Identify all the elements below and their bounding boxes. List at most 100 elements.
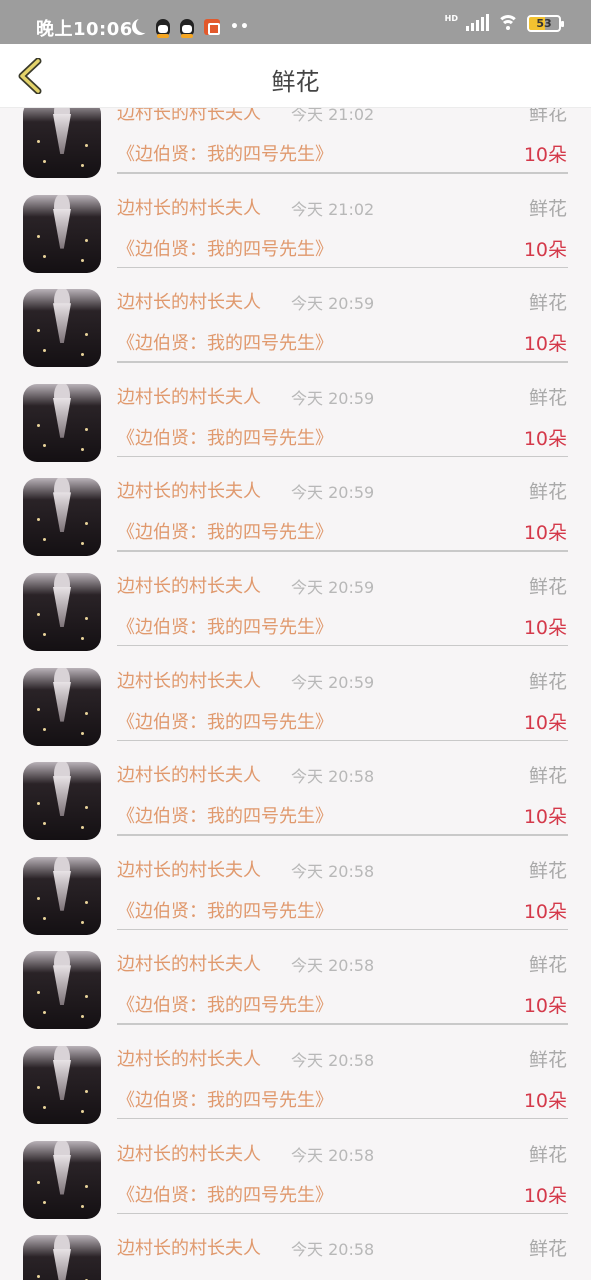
gift-type: 鲜花 <box>528 765 567 788</box>
notification-icons: •• <box>130 17 250 38</box>
avatar[interactable] <box>23 478 101 557</box>
gift-type: 鲜花 <box>528 575 567 598</box>
gift-time: 今天 20:58 <box>291 767 375 787</box>
sender-name[interactable]: 边村长的村长夫人 <box>117 667 261 693</box>
list-item[interactable]: 边村长的村长夫人 今天 20:59 鲜花 《边伯贤：我的四号先生》 10朵 <box>0 472 591 567</box>
avatar[interactable] <box>23 194 101 273</box>
avatar[interactable] <box>23 289 101 368</box>
book-title[interactable]: 《边伯贤：我的四号先生》 <box>117 424 333 450</box>
status-time: 晚上10:06 <box>36 19 133 40</box>
wifi-icon <box>497 14 519 32</box>
sender-name[interactable]: 边村长的村长夫人 <box>117 1140 261 1166</box>
avatar[interactable] <box>23 108 101 178</box>
gift-count: 10朵 <box>523 806 567 829</box>
divider <box>117 1212 568 1215</box>
divider <box>117 361 568 363</box>
gift-type: 鲜花 <box>528 670 567 693</box>
sender-name[interactable]: 边村长的村长夫人 <box>117 572 261 598</box>
list-item[interactable]: 边村长的村长夫人 今天 21:02 鲜花 《边伯贤：我的四号先生》 10朵 <box>0 189 591 284</box>
list-item[interactable]: 边村长的村长夫人 今天 20:59 鲜花 《边伯贤：我的四号先生》 10朵 <box>0 378 591 473</box>
divider <box>117 644 568 647</box>
book-title[interactable]: 《边伯贤：我的四号先生》 <box>117 329 333 355</box>
divider <box>117 266 568 269</box>
gift-type: 鲜花 <box>528 954 567 977</box>
divider <box>117 550 568 552</box>
gift-count: 10朵 <box>523 427 567 450</box>
list-item[interactable]: 边村长的村长夫人 今天 20:58 鲜花 《边伯贤：我的四号先生》 10朵 <box>0 945 591 1040</box>
avatar[interactable] <box>23 1045 101 1124</box>
book-title[interactable]: 《边伯贤：我的四号先生》 <box>117 140 333 166</box>
qq-icon <box>180 18 194 38</box>
gift-count: 10朵 <box>523 333 567 356</box>
gift-time: 今天 20:59 <box>291 483 375 503</box>
divider <box>117 1023 568 1025</box>
gift-type: 鲜花 <box>528 1143 567 1166</box>
gift-type: 鲜花 <box>528 386 567 409</box>
list-item[interactable]: 边村长的村长夫人 今天 20:58 鲜花 《边伯贤：我的四号先生》 10朵 <box>0 756 591 851</box>
hd-label: HD <box>444 13 458 23</box>
divider <box>117 739 568 742</box>
book-title[interactable]: 《边伯贤：我的四号先生》 <box>117 518 333 544</box>
divider <box>117 1117 568 1120</box>
gift-time: 今天 20:58 <box>291 1145 375 1165</box>
app-notification-icon <box>204 19 220 35</box>
sender-name[interactable]: 边村长的村长夫人 <box>117 383 261 409</box>
book-title[interactable]: 《边伯贤：我的四号先生》 <box>117 1181 333 1207</box>
gift-time: 今天 20:58 <box>291 861 375 881</box>
book-title[interactable]: 《边伯贤：我的四号先生》 <box>117 802 333 828</box>
sender-name[interactable]: 边村长的村长夫人 <box>117 856 261 882</box>
more-notifications-icon: •• <box>230 19 250 35</box>
list-item[interactable]: 边村长的村长夫人 今天 20:58 鲜花 《边伯贤：我的四号先生》 10朵 <box>0 851 591 946</box>
avatar[interactable] <box>23 572 101 651</box>
book-title[interactable]: 《边伯贤：我的四号先生》 <box>117 613 333 639</box>
avatar[interactable] <box>23 951 101 1030</box>
list-item[interactable]: 边村长的村长夫人 今天 20:59 鲜花 《边伯贤：我的四号先生》 10朵 <box>0 662 591 757</box>
gift-type: 鲜花 <box>528 292 567 315</box>
book-title[interactable]: 《边伯贤：我的四号先生》 <box>117 897 333 923</box>
avatar[interactable] <box>23 1235 101 1280</box>
status-bar: 晚上10:06 •• HD 53 <box>0 0 591 44</box>
flower-record-list[interactable]: 边村长的村长夫人 今天 21:02 鲜花 《边伯贤：我的四号先生》 10朵 边村… <box>0 108 591 1280</box>
list-item[interactable]: 边村长的村长夫人 今天 20:58 鲜花 《边伯贤：我的四号先生》 10朵 <box>0 1135 591 1230</box>
gift-time: 今天 20:59 <box>291 388 375 408</box>
gift-type: 鲜花 <box>528 1048 567 1071</box>
book-title[interactable]: 《边伯贤：我的四号先生》 <box>117 235 333 261</box>
sender-name[interactable]: 边村长的村长夫人 <box>117 288 261 314</box>
system-icons: HD 53 <box>444 13 564 32</box>
list-item[interactable]: 边村长的村长夫人 今天 20:58 鲜花 <box>0 1229 591 1280</box>
gift-time: 今天 20:58 <box>291 1240 375 1260</box>
sender-name[interactable]: 边村长的村长夫人 <box>117 1045 261 1071</box>
avatar[interactable] <box>23 762 101 841</box>
sender-name[interactable]: 边村长的村长夫人 <box>117 761 261 787</box>
list-item[interactable]: 边村长的村长夫人 今天 20:59 鲜花 《边伯贤：我的四号先生》 10朵 <box>0 283 591 378</box>
sender-name[interactable]: 边村长的村长夫人 <box>117 108 261 125</box>
book-title[interactable]: 《边伯贤：我的四号先生》 <box>117 1086 333 1112</box>
gift-count: 10朵 <box>523 1184 567 1207</box>
book-title[interactable]: 《边伯贤：我的四号先生》 <box>117 708 333 734</box>
gift-count: 10朵 <box>523 144 567 166</box>
list-item[interactable]: 边村长的村长夫人 今天 20:59 鲜花 《边伯贤：我的四号先生》 10朵 <box>0 567 591 662</box>
qq-icon <box>156 18 170 38</box>
list-item[interactable]: 边村长的村长夫人 今天 20:58 鲜花 《边伯贤：我的四号先生》 10朵 <box>0 1040 591 1135</box>
list-item[interactable]: 边村长的村长夫人 今天 21:02 鲜花 《边伯贤：我的四号先生》 10朵 <box>0 108 591 189</box>
divider <box>117 928 568 931</box>
divider <box>117 172 568 174</box>
sender-name[interactable]: 边村长的村长夫人 <box>117 477 261 503</box>
gift-count: 10朵 <box>523 1089 567 1112</box>
avatar[interactable] <box>23 383 101 462</box>
avatar[interactable] <box>23 667 101 746</box>
gift-count: 10朵 <box>523 522 567 545</box>
sender-name[interactable]: 边村长的村长夫人 <box>117 194 261 220</box>
book-title[interactable]: 《边伯贤：我的四号先生》 <box>117 991 333 1017</box>
gift-type: 鲜花 <box>528 197 567 220</box>
gift-type: 鲜花 <box>528 108 567 125</box>
gift-type: 鲜花 <box>528 1238 567 1261</box>
gift-count: 10朵 <box>523 238 567 261</box>
gift-time: 今天 20:59 <box>291 672 375 692</box>
do-not-disturb-icon <box>136 17 152 33</box>
avatar[interactable] <box>23 1140 101 1219</box>
gift-time: 今天 21:02 <box>291 108 375 124</box>
sender-name[interactable]: 边村长的村长夫人 <box>117 1234 261 1260</box>
avatar[interactable] <box>23 856 101 935</box>
sender-name[interactable]: 边村长的村长夫人 <box>117 950 261 976</box>
